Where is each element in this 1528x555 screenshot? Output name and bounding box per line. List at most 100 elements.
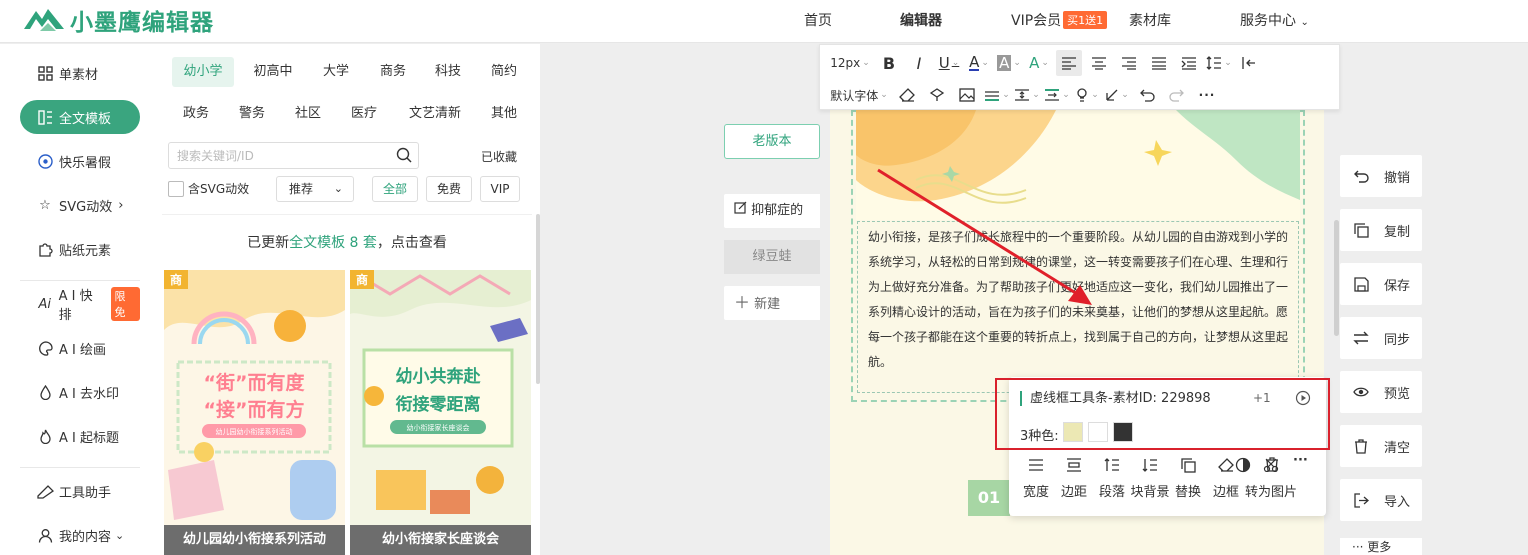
sidebar-item-single[interactable]: 单素材 <box>20 56 140 90</box>
sidebar-item-ai-layout[interactable]: Ai A I 快排 限免 <box>20 287 141 323</box>
redo-icon[interactable] <box>1164 82 1190 108</box>
old-version-button[interactable]: 老版本 <box>724 124 820 159</box>
margin-icon <box>1066 455 1082 475</box>
font-size-select[interactable]: 12px ⌄ <box>828 50 872 76</box>
category-tab[interactable]: 简约 <box>478 57 530 87</box>
preview-label: 预览 <box>1384 386 1411 402</box>
nav-materials[interactable]: 素材库 <box>1129 10 1171 30</box>
sidebar-item-label: A I 起标题 <box>59 430 119 446</box>
clear-indent-icon[interactable] <box>1236 50 1262 76</box>
highlight-icon[interactable]: A ⌄ <box>996 50 1022 76</box>
category-tab[interactable]: 社区 <box>282 99 334 129</box>
align-right-icon[interactable] <box>1116 50 1142 76</box>
save-icon <box>1352 275 1370 293</box>
copy-button[interactable]: 复制 <box>1340 209 1422 251</box>
category-tab[interactable]: 科技 <box>422 57 474 87</box>
canvas-scrollbar[interactable] <box>1334 220 1339 336</box>
template-card[interactable]: “街”而有度 “接”而有方 幼儿园幼小衔接系列活动 商 幼儿园幼小衔接系列活动 <box>164 270 345 555</box>
text-effect-icon[interactable]: A ⌄ <box>1026 50 1052 76</box>
clear-button[interactable]: 清空 <box>1340 425 1422 467</box>
category-tab[interactable]: 文艺清新 <box>400 99 470 129</box>
filter-all-button[interactable]: 全部 <box>372 176 418 202</box>
trash-icon[interactable] <box>1265 457 1279 476</box>
import-button[interactable]: 导入 <box>1340 479 1422 521</box>
search-icon[interactable] <box>396 147 412 167</box>
undo-button[interactable]: 撤销 <box>1340 155 1422 197</box>
sidebar-item-svg[interactable]: ☆ SVG动效 › <box>20 188 140 222</box>
new-doc-button[interactable]: ＋ 新建 <box>724 286 820 320</box>
replace-tool[interactable]: 替换 <box>1169 455 1207 500</box>
spacing-icon[interactable]: ⌄ <box>1014 82 1040 108</box>
sidebar-item-my-content[interactable]: 我的内容 ⌄ <box>20 518 140 552</box>
underline-icon[interactable]: U ⌄ <box>936 50 962 76</box>
bold-icon[interactable]: B <box>876 50 902 76</box>
chevron-down-icon: ⌄ <box>1300 17 1309 28</box>
category-tab[interactable]: 医疗 <box>338 99 390 129</box>
tool-label: 替换 <box>1174 485 1201 500</box>
align-center-icon[interactable] <box>1086 50 1112 76</box>
divider-style-icon[interactable]: ⌄ <box>984 82 1010 108</box>
category-tab[interactable]: 商务 <box>367 57 419 87</box>
justify-icon[interactable] <box>1146 50 1172 76</box>
save-button[interactable]: 保存 <box>1340 263 1422 305</box>
doc-item[interactable]: 抑郁症的 <box>724 194 820 228</box>
block-bg-tool[interactable]: 块背景 <box>1131 455 1170 500</box>
logo[interactable]: 小墨鹰编辑器 <box>22 4 214 36</box>
nav-vip[interactable]: VIP会员 买1送1 <box>1011 10 1108 30</box>
category-tab[interactable]: 大学 <box>310 57 362 87</box>
line-height-icon[interactable]: ⌄ <box>1206 50 1232 76</box>
more-icon[interactable]: ··· <box>1293 453 1308 468</box>
ai-icon: Ai <box>38 296 52 312</box>
font-color-icon[interactable]: A ⌄ <box>966 50 992 76</box>
more-button[interactable]: ··· 更多 <box>1340 538 1422 555</box>
category-tab[interactable]: 其他 <box>480 99 528 129</box>
sidebar-item-template[interactable]: 全文模板 <box>20 100 140 134</box>
diagonal-icon[interactable]: ⌄ <box>1104 82 1130 108</box>
tool-label: 转为图片 <box>1245 485 1298 500</box>
margin-tool[interactable]: 边距 <box>1055 455 1093 500</box>
panel-scrollbar[interactable] <box>536 214 540 384</box>
letter-spacing-icon[interactable]: ⌄ <box>1044 82 1070 108</box>
sidebar-item-summer[interactable]: 快乐暑假 <box>20 144 140 178</box>
sort-select[interactable]: 推荐 ⌄ <box>276 176 354 202</box>
italic-icon[interactable]: I <box>906 50 932 76</box>
sidebar-item-tools[interactable]: 工具助手 <box>20 474 140 508</box>
checkbox[interactable] <box>168 180 184 197</box>
indent-icon[interactable] <box>1176 50 1202 76</box>
image-icon[interactable] <box>954 82 980 108</box>
filter-free-button[interactable]: 免费 <box>426 176 472 202</box>
nav-home[interactable]: 首页 <box>804 10 832 30</box>
more-icon[interactable]: ··· <box>1194 82 1220 108</box>
paragraph-icon <box>1104 455 1120 475</box>
filter-vip-button[interactable]: VIP <box>480 176 520 202</box>
search-input[interactable] <box>169 143 379 168</box>
eagle-logo-icon <box>24 9 64 31</box>
paragraph-tool[interactable]: 段落 <box>1093 455 1131 500</box>
sidebar-item-ai-draw[interactable]: A I 绘画 <box>20 331 140 365</box>
bulb-icon[interactable]: ⌄ <box>1074 82 1100 108</box>
svg-filter-checkbox[interactable]: 含SVG动效 <box>168 180 249 197</box>
template-card[interactable]: 幼小共奔赴 衔接零距离 幼小衔接家长座谈会 商 幼小衔接家长座谈会 <box>350 270 531 555</box>
favorites-link[interactable]: 已收藏 <box>481 148 517 165</box>
eraser-icon[interactable] <box>894 82 920 108</box>
sidebar-item-stickers[interactable]: 贴纸元素 <box>20 232 140 266</box>
contrast-icon[interactable] <box>1235 457 1251 477</box>
width-tool[interactable]: 宽度 <box>1017 455 1055 500</box>
font-family-select[interactable]: 默认字体 ⌄ <box>828 82 890 108</box>
update-notice[interactable]: 已更新全文模板 8 套，点击查看 <box>162 214 532 270</box>
preview-button[interactable]: 预览 <box>1340 371 1422 413</box>
format-painter-icon[interactable] <box>924 82 950 108</box>
sidebar-item-ai-watermark[interactable]: A I 去水印 <box>20 375 140 409</box>
category-tab[interactable]: 幼小学 <box>172 57 234 87</box>
category-tab[interactable]: 政务 <box>172 99 220 129</box>
nav-service[interactable]: 服务中心 ⌄ <box>1240 10 1309 30</box>
category-tab[interactable]: 警务 <box>226 99 278 129</box>
undo-icon[interactable] <box>1134 82 1160 108</box>
nav-editor[interactable]: 编辑器 <box>900 10 942 30</box>
doc-item[interactable]: 绿豆蛙 <box>724 240 820 274</box>
sync-button[interactable]: 同步 <box>1340 317 1422 359</box>
eye-icon <box>1352 383 1370 401</box>
sidebar-item-ai-title[interactable]: A I 起标题 <box>20 419 140 453</box>
category-tab[interactable]: 初高中 <box>242 57 304 87</box>
align-left-icon[interactable] <box>1056 50 1082 76</box>
